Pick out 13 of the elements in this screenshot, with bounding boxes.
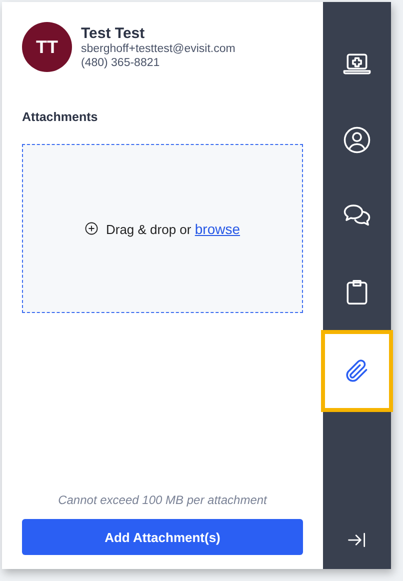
sidebar-tab[interactable]	[321, 330, 393, 412]
drop-zone[interactable]: Drag & drop or browse	[22, 144, 303, 313]
browse-link[interactable]: browse	[194, 220, 240, 236]
user-name: Test Test	[81, 24, 146, 42]
add-attachment-button[interactable]: Add Attachment(s)	[22, 519, 303, 555]
person-icon	[343, 126, 371, 154]
section-title: Attachments	[22, 110, 99, 124]
size-limit-note: Cannot exceed 100 MB per attachment	[57, 493, 268, 507]
user-email: sberghoff+testtest@evisit.com	[81, 42, 236, 56]
plus-circle-icon	[84, 222, 98, 235]
avatar: TT	[22, 22, 72, 72]
drop-instructions: Drag & drop or browse	[106, 220, 240, 236]
user-phone: (480) 365-8821	[81, 56, 161, 70]
